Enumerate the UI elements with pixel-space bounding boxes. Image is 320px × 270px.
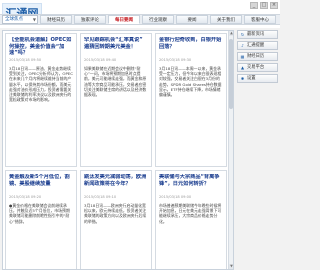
tab-support[interactable]: 客服中心 xyxy=(244,15,276,24)
tab-about[interactable]: 关于我们 xyxy=(210,15,242,24)
right-sidebar: ↻ 最新资讯 ♪ 汇通提醒 ▦ 财经日历 ▲ 交易平台 ✱ 设置 xyxy=(237,30,278,85)
minimize-icon[interactable]: _ xyxy=(250,2,258,9)
tab-daily-news[interactable]: 每日要闻 xyxy=(108,15,140,24)
sidebar-button-calendar[interactable]: ▦ 财经日历 xyxy=(237,52,278,61)
scroll-thumb[interactable] xyxy=(229,39,233,109)
news-card-body: 市场普遍预期美联储今年晚些时候将开始加息，日元在美元走强背景下可能继续承压，大宗… xyxy=(159,203,222,224)
news-card-time: 2015/03/18 09:50 xyxy=(9,58,42,62)
calendar-icon: ▦ xyxy=(240,54,245,59)
bell-icon: ♪ xyxy=(241,43,244,48)
window-controls: _ □ × xyxy=(250,2,278,9)
news-card-title[interactable]: 罕见跟踪机会“汇率真说” 遍猜回转期美元美金！ xyxy=(84,37,148,57)
news-card-time: 2015/03/18 09:40 xyxy=(84,58,117,62)
news-card-body: 3月18日讯——本周一以来，黄金承受一定压力，但今年以来白银表现相对较强，交易者… xyxy=(159,66,222,98)
news-card-time: 2015/03/18 09:20 xyxy=(9,195,42,199)
news-card-title[interactable]: 美联储与大宗商品“背离争锋”，日元如何转折？ xyxy=(159,174,223,194)
news-card-time: 2015/03/18 09:30 xyxy=(159,58,192,62)
sidebar-button-trading[interactable]: ▲ 交易平台 xyxy=(237,63,278,72)
maximize-icon[interactable]: □ xyxy=(260,2,268,9)
news-card-body: 如果美联储在近期会议中删除“耐心”一词，市场将预期加息时点提前，美元可能继续走强… xyxy=(84,66,147,98)
scroll-up-icon[interactable]: ▲ xyxy=(229,31,233,36)
news-content-area: 【全能机会道解】OPEC如何操控，美金价值会“加速”吗？ 2015/03/18 … xyxy=(2,30,234,270)
sidebar-button-settings[interactable]: ✱ 设置 xyxy=(237,74,278,83)
news-card-title[interactable]: 金银行迎奇收到，白银开始回落？ xyxy=(159,37,223,57)
news-card-time: 2015/03/18 09:10 xyxy=(84,195,117,199)
category-select[interactable]: 全球焦点 ▼ xyxy=(2,15,38,24)
gear-icon: ✱ xyxy=(240,76,245,81)
news-card[interactable]: 金银行迎奇收到，白银开始回落？ 2015/03/18 09:30 3月18日讯—… xyxy=(155,33,227,167)
chart-icon: ▲ xyxy=(240,65,245,70)
news-card-body: ●黄金价格在美联储会议前继续承压，并触及近5个月低位，市场预期美联储可能删除前瞻… xyxy=(9,203,70,224)
sidebar-button-label: 交易平台 xyxy=(247,65,265,70)
news-card-title[interactable]: 【全能机会道解】OPEC如何操控，美金价值会“加速”吗？ xyxy=(9,37,73,57)
news-card-time: 2015/03/18 09:00 xyxy=(159,195,192,199)
app-window: 汇通网 _ □ × 全球焦点 ▼ 财经日历 独家评论 每日要闻 行业观察 要闻 … xyxy=(0,0,280,270)
refresh-icon: ↻ xyxy=(240,32,245,37)
tab-industry[interactable]: 行业观察 xyxy=(142,15,174,24)
news-card-body: 3月18日讯——欧洲央行启动量化宽松以来，欧元持续走低，投资者关注美联储的政策方… xyxy=(84,203,147,224)
chevron-down-icon: ▼ xyxy=(32,17,36,22)
sidebar-button-label: 最新资讯 xyxy=(247,32,265,37)
sidebar-button-latest[interactable]: ↻ 最新资讯 xyxy=(237,30,278,39)
scroll-down-icon[interactable]: ▼ xyxy=(229,264,233,269)
tab-calendar[interactable]: 财经日历 xyxy=(40,15,72,24)
close-icon[interactable]: × xyxy=(270,2,278,9)
news-card-title[interactable]: 黄金触及新5个月低位，割镜、美股继续放量 xyxy=(9,174,73,194)
nav-bar: 全球焦点 ▼ 财经日历 独家评论 每日要闻 行业观察 要闻 关于我们 客服中心 xyxy=(0,14,280,25)
sidebar-button-label: 财经日历 xyxy=(247,54,265,59)
news-card[interactable]: 美联储与大宗商品“背离争锋”，日元如何转折？ 2015/03/18 09:00 … xyxy=(155,170,227,269)
news-card[interactable]: 罕见跟踪机会“汇率真说” 遍猜回转期美元美金！ 2015/03/18 09:40… xyxy=(80,33,152,167)
news-card[interactable]: 【全能机会道解】OPEC如何操控，美金价值会“加速”吗？ 2015/03/18 … xyxy=(5,33,77,167)
news-card[interactable]: 黄金触及新5个月低位，割镜、美股继续放量 2015/03/18 09:20 ●黄… xyxy=(5,170,77,269)
sidebar-button-alerts[interactable]: ♪ 汇通提醒 xyxy=(237,41,278,50)
news-card[interactable]: 跳汰发美元减弱动荡，欧洲新闻政策将在今年？ 2015/03/18 09:10 3… xyxy=(80,170,152,269)
vertical-scrollbar[interactable]: ▲ ▼ xyxy=(228,31,233,269)
category-select-value: 全球焦点 xyxy=(5,17,23,22)
tab-commentary[interactable]: 独家评论 xyxy=(74,15,106,24)
news-card-body: 3月18日讯——原油、黄金走势继续受到关注，OPEC分析师认为，OPEC在未来几… xyxy=(9,66,73,103)
news-card-title[interactable]: 跳汰发美元减弱动荡，欧洲新闻政策将在今年？ xyxy=(84,174,148,194)
sidebar-button-label: 汇通提醒 xyxy=(247,43,265,48)
sidebar-button-label: 设置 xyxy=(247,76,256,81)
tab-headlines[interactable]: 要闻 xyxy=(176,15,208,24)
news-card-grid: 【全能机会道解】OPEC如何操控，美金价值会“加速”吗？ 2015/03/18 … xyxy=(5,33,227,269)
